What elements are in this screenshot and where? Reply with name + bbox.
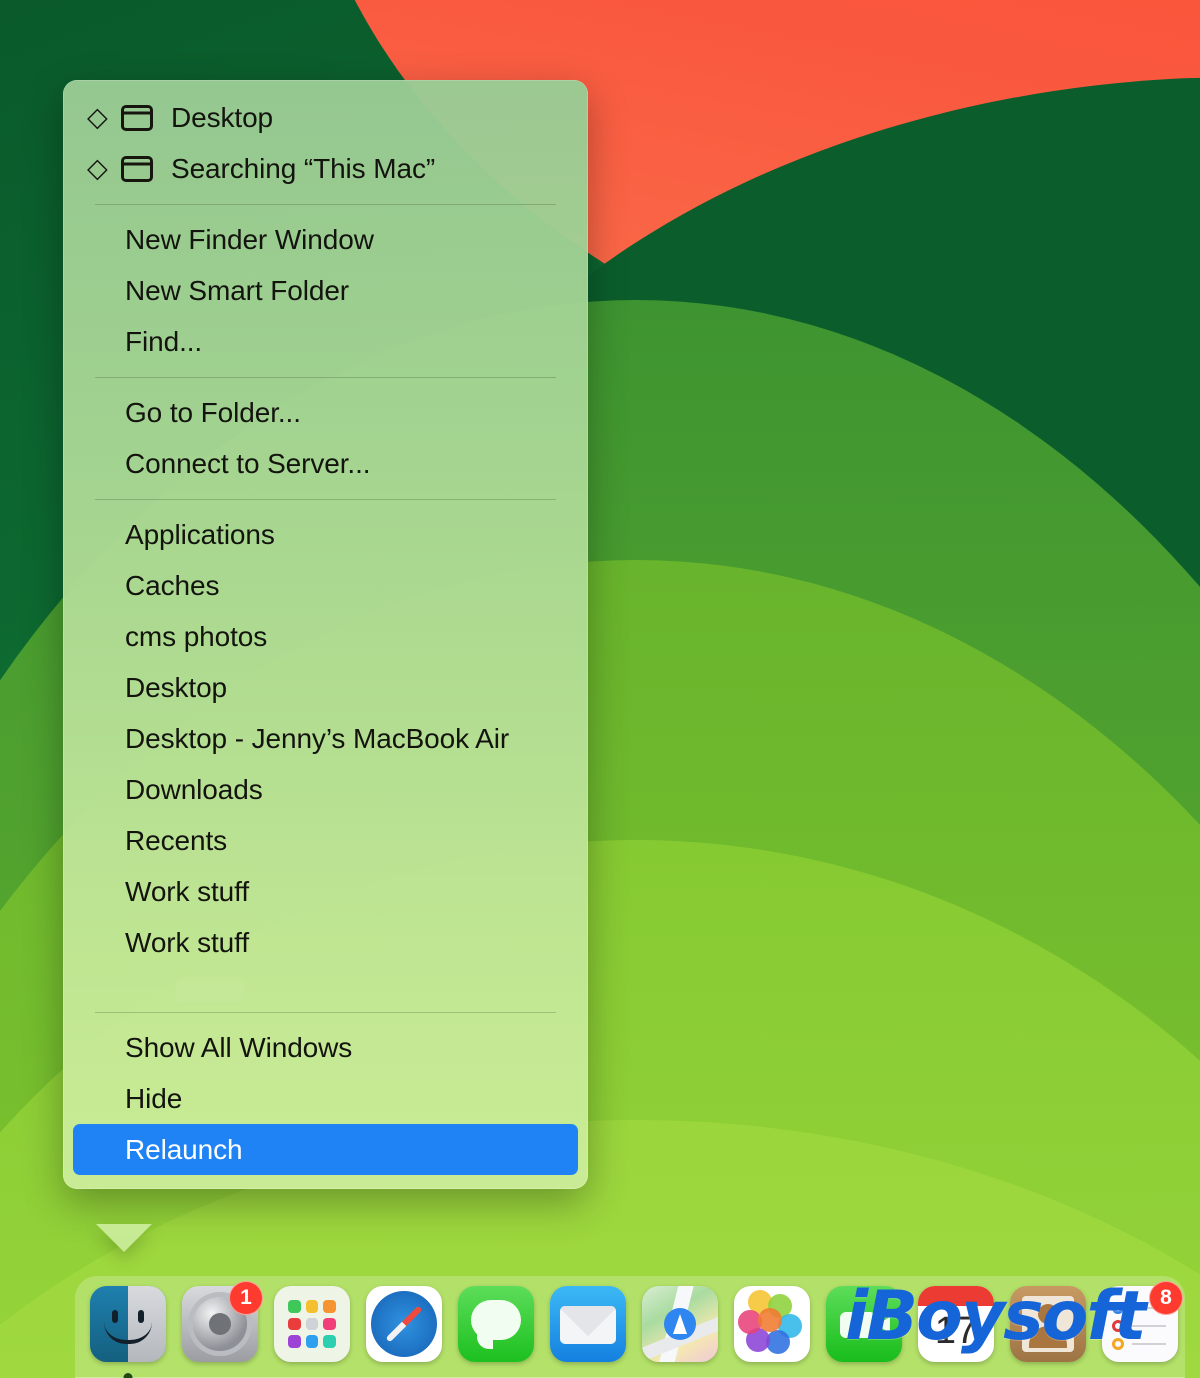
menu-item-label: Caches	[125, 569, 220, 601]
menu-item-caches[interactable]: Caches	[73, 560, 578, 611]
menu-item-recents[interactable]: Recents	[73, 815, 578, 866]
menu-item-label: Find...	[125, 325, 203, 357]
dock-item-finder[interactable]	[87, 1286, 169, 1378]
menu-item-show-all-windows[interactable]: Show All Windows	[73, 1022, 578, 1073]
notification-badge: 8	[1149, 1281, 1183, 1315]
menu-item-label: Work stuff	[125, 875, 250, 907]
menu-item-connect-to-server[interactable]: Connect to Server...	[73, 438, 578, 489]
menu-item-label: Work stuff	[125, 926, 250, 958]
menu-item-label: Hide	[125, 1082, 183, 1114]
menu-item-redacted[interactable]	[63, 968, 588, 1002]
menu-item-label: Recents	[125, 824, 228, 856]
menu-item-new-finder-window[interactable]: New Finder Window	[73, 214, 578, 265]
menu-item-hide[interactable]: Hide	[73, 1073, 578, 1124]
safari-icon	[366, 1286, 442, 1362]
menu-item-label: Go to Folder...	[125, 396, 301, 428]
menu-item-searching-window[interactable]: ◇ Searching “This Mac”	[73, 143, 578, 194]
messages-icon	[458, 1286, 534, 1362]
menu-item-work-stuff-1[interactable]: Work stuff	[73, 866, 578, 917]
menu-item-desktop-window[interactable]: ◇ Desktop	[73, 92, 578, 143]
menu-item-label: Desktop - Jenny’s MacBook Air	[125, 722, 510, 754]
dock-item-safari[interactable]	[363, 1286, 445, 1368]
menu-item-new-smart-folder[interactable]: New Smart Folder	[73, 265, 578, 316]
photos-icon	[734, 1286, 810, 1362]
maps-icon	[642, 1286, 718, 1362]
finder-dock-context-menu: ◇ Desktop ◇ Searching “This Mac” New Fin…	[63, 80, 588, 1189]
menu-separator	[95, 499, 556, 500]
menu-item-label: New Finder Window	[125, 223, 374, 255]
dock-item-mail[interactable]	[547, 1286, 629, 1368]
menu-item-cms-photos[interactable]: cms photos	[73, 611, 578, 662]
dock-item-launchpad[interactable]	[271, 1286, 353, 1368]
menu-item-work-stuff-2[interactable]: Work stuff	[73, 917, 578, 968]
menu-pointer-tail	[96, 1224, 152, 1252]
dock-item-maps[interactable]	[639, 1286, 721, 1368]
dock-item-messages[interactable]	[455, 1286, 537, 1368]
menu-item-go-to-folder[interactable]: Go to Folder...	[73, 387, 578, 438]
menu-item-downloads[interactable]: Downloads	[73, 764, 578, 815]
menu-item-label: Desktop	[125, 671, 228, 703]
menu-separator	[95, 377, 556, 378]
window-icon	[121, 104, 155, 131]
iboysoft-watermark: iBoysoft	[845, 1277, 1146, 1356]
menu-item-label: Searching “This Mac”	[171, 152, 436, 184]
window-icon	[121, 155, 155, 182]
launchpad-icon	[274, 1286, 350, 1362]
menu-separator	[95, 1012, 556, 1013]
finder-icon	[90, 1286, 166, 1362]
menu-separator	[95, 204, 556, 205]
menu-item-label: Connect to Server...	[125, 447, 371, 479]
menu-item-label: Applications	[125, 518, 275, 550]
menu-item-label: Desktop	[171, 101, 274, 133]
dock-item-system-settings[interactable]: 1	[179, 1281, 263, 1368]
mail-icon	[550, 1286, 626, 1362]
redaction-blur-overlay	[176, 980, 244, 1002]
diamond-icon: ◇	[87, 153, 108, 183]
menu-item-label: Relaunch	[125, 1133, 243, 1165]
menu-item-relaunch[interactable]: Relaunch	[73, 1124, 578, 1175]
notification-badge: 1	[229, 1281, 263, 1315]
menu-item-label: cms photos	[125, 620, 268, 652]
menu-item-label: Downloads	[125, 773, 263, 805]
menu-item-applications[interactable]: Applications	[73, 509, 578, 560]
running-indicator-dot	[123, 1373, 133, 1378]
menu-item-desktop-jenny[interactable]: Desktop - Jenny’s MacBook Air	[73, 713, 578, 764]
menu-item-label: New Smart Folder	[125, 274, 350, 306]
menu-item-label: Show All Windows	[125, 1031, 353, 1063]
dock-item-photos[interactable]	[731, 1286, 813, 1368]
diamond-icon: ◇	[87, 102, 108, 132]
menu-item-desktop[interactable]: Desktop	[73, 662, 578, 713]
menu-item-find[interactable]: Find...	[73, 316, 578, 367]
